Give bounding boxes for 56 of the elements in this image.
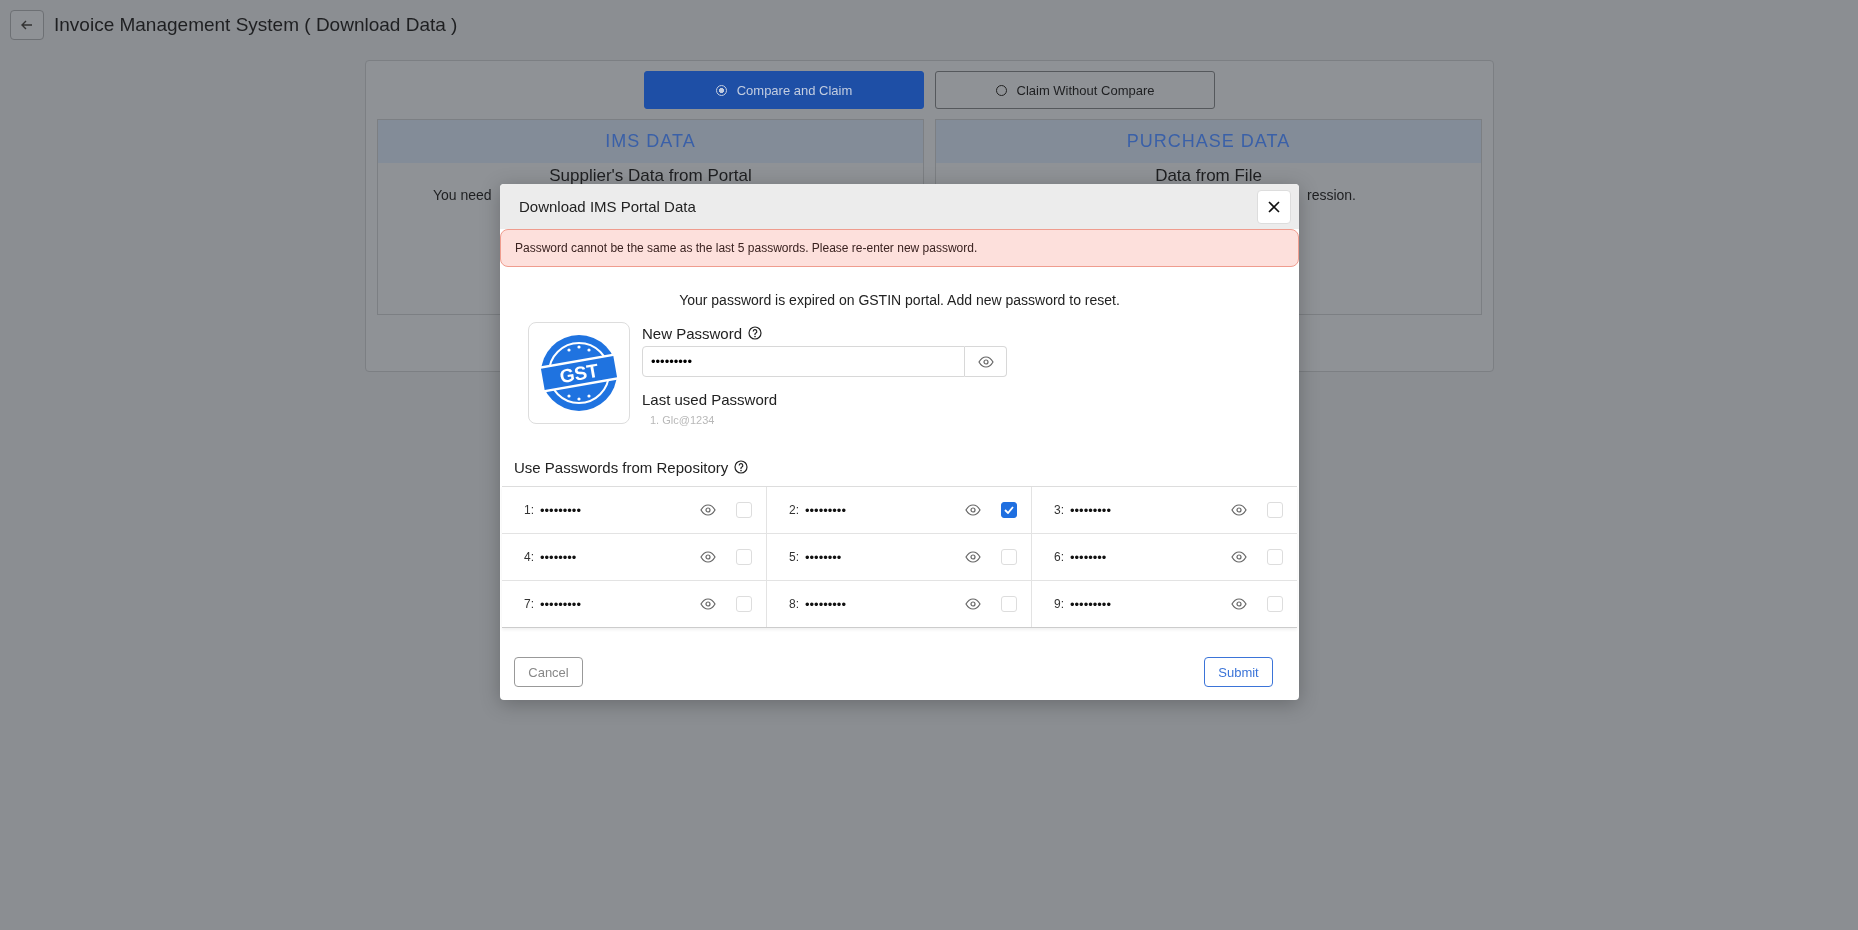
panel-subtitle: Supplier's Data from Portal	[549, 166, 752, 185]
entry-number: 8:	[789, 597, 799, 611]
masked-password: ••••••••	[805, 549, 843, 565]
close-button[interactable]	[1257, 189, 1291, 224]
page-title: Invoice Management System ( Download Data )	[54, 14, 458, 36]
cancel-button[interactable]: Cancel	[514, 657, 583, 687]
entry-number: 3:	[1054, 503, 1064, 517]
masked-password: •••••••••	[1070, 502, 1112, 518]
submit-button[interactable]: Submit	[1204, 657, 1273, 687]
last-used-password: 1. Glc@1234	[649, 413, 716, 426]
help-icon[interactable]	[748, 326, 763, 340]
masked-password: ••••••••	[1070, 549, 1108, 565]
error-alert: Password cannot be the same as the last 5 passwords. Please re-enter new password.	[500, 229, 1299, 267]
password-field[interactable]: •••••••••	[642, 346, 965, 377]
eye-icon[interactable]	[700, 551, 716, 563]
panel-description: You need	[433, 187, 492, 203]
eye-icon[interactable]	[965, 551, 981, 563]
eye-icon[interactable]	[700, 598, 716, 610]
masked-password: ••••••••	[540, 549, 578, 565]
eye-icon	[977, 355, 994, 368]
expiry-message: Your password is expired on GSTIN portal. Add new password to reset.	[679, 292, 1120, 308]
eye-icon[interactable]	[1231, 598, 1247, 610]
checkmark-icon	[1004, 506, 1014, 514]
eye-icon[interactable]	[1231, 551, 1247, 563]
mode-option[interactable]: Claim Without Compare	[935, 71, 1215, 109]
masked-password: •••••••••	[1070, 596, 1112, 612]
entry-number: 5:	[789, 550, 799, 564]
dialog-title: Download IMS Portal Data	[519, 198, 696, 215]
eye-icon[interactable]	[965, 598, 981, 610]
field-label: Last used Password	[642, 391, 779, 408]
section-label: Use Passwords from Repository	[514, 458, 729, 476]
back-arrow-icon	[20, 18, 34, 32]
masked-password: •••••••••	[805, 502, 847, 518]
back-button[interactable]	[10, 10, 44, 40]
eye-icon[interactable]	[700, 504, 716, 516]
entry-number: 1:	[524, 503, 534, 517]
panel-title: IMS DATA	[605, 131, 696, 152]
help-icon[interactable]	[734, 460, 749, 474]
entry-number: 4:	[524, 550, 534, 564]
checkbox[interactable]	[1001, 502, 1017, 518]
entry-number: 7:	[524, 597, 534, 611]
panel-title: PURCHASE DATA	[1126, 131, 1291, 152]
masked-password: •••••••••	[540, 596, 582, 612]
panel-subtitle: Data from File	[1155, 166, 1262, 185]
field-label: New Password	[642, 324, 743, 342]
entry-number: 6:	[1054, 550, 1064, 564]
entry-number: 2:	[789, 503, 799, 517]
show-password-button[interactable]	[965, 346, 1007, 377]
masked-password: •••••••••	[805, 596, 847, 612]
masked-password: •••••••••	[540, 502, 582, 518]
eye-icon[interactable]	[965, 504, 981, 516]
panel-description: ression.	[1306, 187, 1356, 203]
close-icon	[1267, 199, 1281, 214]
entry-number: 9:	[1054, 597, 1064, 611]
mode-option[interactable]: Compare and Claim	[644, 71, 924, 109]
eye-icon[interactable]	[1231, 504, 1247, 516]
